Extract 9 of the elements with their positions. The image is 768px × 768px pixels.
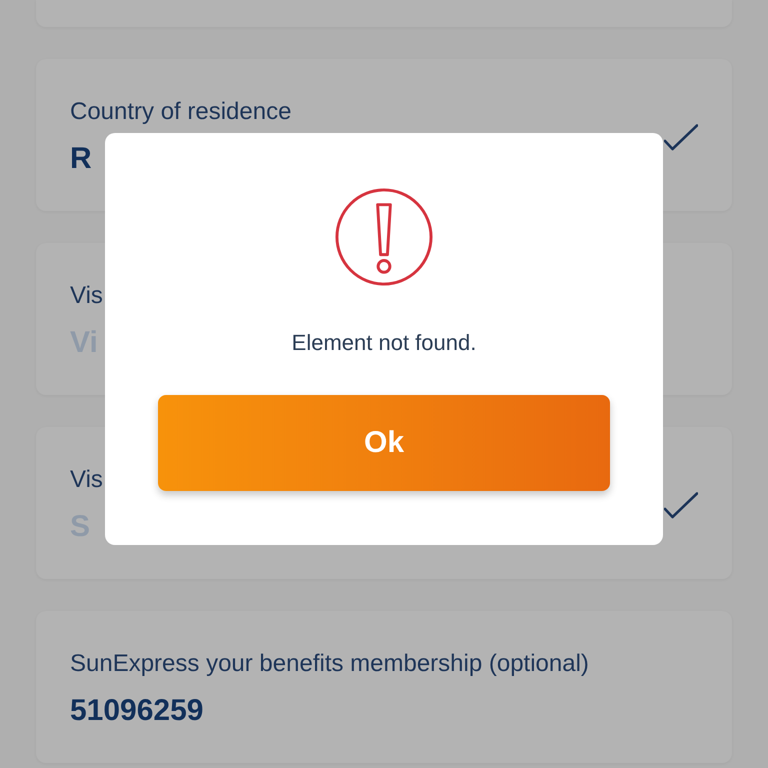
alert-message: Element not found. bbox=[292, 329, 476, 357]
warning-icon bbox=[335, 188, 433, 286]
field-label: SunExpress your benefits membership (optional) bbox=[70, 649, 589, 679]
form-field[interactable]: SunExpress your benefits membership (optional) 51096259 bbox=[36, 611, 732, 763]
field-label: Vis bbox=[70, 281, 103, 311]
field-value: 51096259 bbox=[70, 693, 204, 729]
field-label: Vis bbox=[70, 465, 103, 495]
field-value: R bbox=[70, 141, 92, 177]
field-label: Country of residence bbox=[70, 97, 292, 127]
